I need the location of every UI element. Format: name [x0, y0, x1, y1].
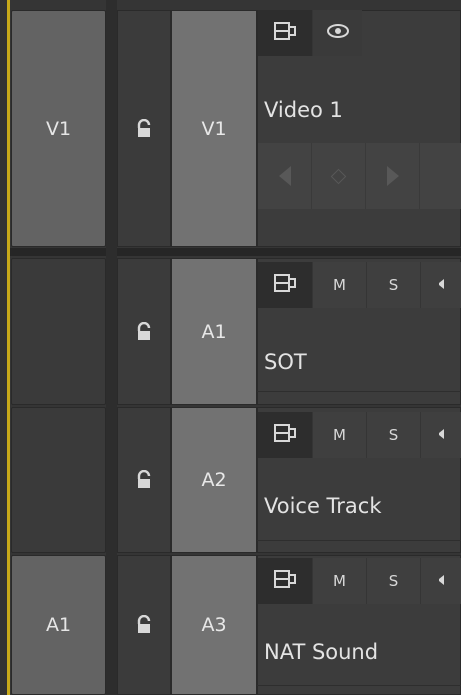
track-target-v1[interactable]: V1: [171, 10, 257, 247]
next-keyframe-button[interactable]: [366, 143, 420, 209]
keyframe-empty-cell: [420, 143, 461, 209]
toggle-sync-lock-icon: [273, 423, 297, 447]
track-name-sot[interactable]: SOT: [264, 350, 307, 374]
track-target-a2[interactable]: A2: [171, 407, 257, 553]
voiceover-button-a2[interactable]: [420, 412, 461, 458]
track-target-a3[interactable]: A3: [171, 555, 257, 695]
column-divider: [106, 0, 117, 695]
toggle-output-button-v1[interactable]: [312, 10, 362, 56]
track-target-label: A3: [201, 614, 227, 636]
row-divider: [257, 540, 461, 541]
toggle-sync-lock-icon: [273, 21, 297, 45]
triangle-left-icon: [278, 166, 291, 186]
track-name-voice-track[interactable]: Voice Track: [264, 494, 382, 518]
speaker-icon: [436, 276, 446, 294]
diamond-icon: [330, 168, 347, 184]
lock-toggle-a3[interactable]: [117, 555, 171, 695]
sync-lock-button-a2[interactable]: [258, 412, 312, 458]
mute-button-a3[interactable]: M: [312, 558, 366, 604]
speaker-icon: [436, 426, 446, 444]
lock-icon: [135, 615, 153, 635]
lock-icon: [135, 118, 153, 139]
lock-icon: [135, 321, 153, 342]
eye-icon: [326, 23, 350, 43]
sync-lock-button-a3[interactable]: [258, 558, 312, 604]
toggle-sync-lock-icon: [273, 569, 297, 593]
track-name-video-1[interactable]: Video 1: [264, 98, 343, 122]
track-target-label: A1: [201, 320, 227, 343]
lock-toggle-v1[interactable]: [117, 10, 171, 247]
source-patch-empty-2: [11, 407, 106, 553]
source-patch-label: A1: [45, 614, 72, 636]
source-patch-empty-1: [11, 258, 106, 405]
triangle-right-icon: [386, 166, 399, 186]
mute-button-a2[interactable]: M: [312, 412, 366, 458]
sync-lock-button-v1[interactable]: [258, 10, 312, 56]
video-audio-divider[interactable]: [10, 248, 461, 256]
track-target-label: A2: [201, 469, 227, 491]
track-target-a1[interactable]: A1: [171, 258, 257, 405]
solo-button-a2[interactable]: S: [366, 412, 420, 458]
lock-toggle-a1[interactable]: [117, 258, 171, 405]
source-patch-a1[interactable]: A1: [11, 555, 106, 695]
track-target-label: V1: [201, 117, 227, 140]
track-name-nat-sound[interactable]: NAT Sound: [264, 640, 378, 664]
lock-toggle-a2[interactable]: [117, 407, 171, 553]
sync-lock-button-a1[interactable]: [258, 262, 312, 308]
toggle-sync-lock-icon: [273, 273, 297, 297]
voiceover-button-a1[interactable]: [420, 262, 461, 308]
mute-button-a1[interactable]: M: [312, 262, 366, 308]
speaker-icon: [436, 572, 446, 590]
lock-icon: [135, 470, 153, 490]
solo-button-a1[interactable]: S: [366, 262, 420, 308]
row-divider: [257, 685, 461, 686]
source-patch-v1[interactable]: V1: [11, 10, 106, 247]
source-patch-label: V1: [45, 117, 72, 140]
prev-keyframe-button[interactable]: [258, 143, 312, 209]
voiceover-button-a3[interactable]: [420, 558, 461, 604]
solo-button-a3[interactable]: S: [366, 558, 420, 604]
add-keyframe-button[interactable]: [312, 143, 366, 209]
timeline-track-headers: V1 V1 Video 1 A1 A1 M S SOT A2 M S Voice…: [0, 0, 461, 695]
row-divider: [257, 391, 461, 392]
